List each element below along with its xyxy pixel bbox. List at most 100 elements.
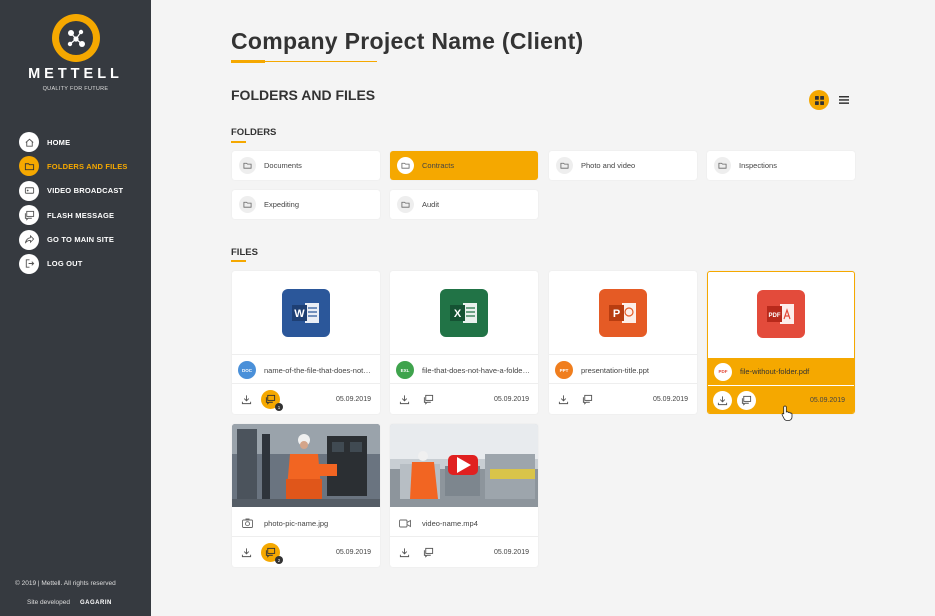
- folder-icon: [19, 156, 39, 177]
- nav-item-log-out[interactable]: LOG OUT: [19, 252, 128, 276]
- folder-audit[interactable]: Audit: [390, 190, 538, 219]
- file-name: presentation-title.ppt: [581, 365, 649, 375]
- folder-label: Expediting: [264, 200, 300, 209]
- nav-item-home[interactable]: HOME: [19, 130, 128, 154]
- comments-button[interactable]: 2: [261, 543, 283, 564]
- folder-documents[interactable]: Documents: [232, 151, 380, 180]
- file-date: 05.09.2019: [652, 396, 688, 403]
- file-card-xls[interactable]: X EXL file-that-does-not-have-a-folder.x…: [390, 271, 538, 414]
- file-name-row: PPT presentation-title.ppt: [549, 357, 697, 384]
- folder-label: Audit: [422, 200, 440, 209]
- nav-label: LOG OUT: [47, 259, 83, 269]
- download-button[interactable]: [554, 390, 573, 409]
- brand-name: METTELL: [28, 66, 123, 82]
- file-name-row: DOC name-of-the-file-that-does-not-have-…: [232, 357, 380, 384]
- download-button[interactable]: [395, 390, 414, 409]
- file-actions: 1 05.09.2019: [232, 385, 380, 414]
- nav-label: FOLDERS AND FILES: [47, 161, 128, 171]
- svg-text:PDF: PDF: [769, 313, 781, 319]
- file-card-doc[interactable]: W DOC name-of-the-file-that-does-not-hav…: [232, 271, 380, 414]
- file-name: name-of-the-file-that-does-not-have-a-fo…: [264, 365, 372, 375]
- download-icon: [241, 548, 252, 558]
- brand-tagline: QUALITY FOR FUTURE: [42, 86, 109, 92]
- nav-item-video-broadcast[interactable]: VIDEO BROADCAST: [19, 179, 128, 203]
- message-icon: [19, 205, 39, 226]
- file-actions: 2 05.09.2019: [232, 538, 380, 567]
- download-icon: [399, 395, 410, 405]
- grid-view-button[interactable]: [809, 90, 829, 110]
- title-underline-accent: [231, 60, 265, 63]
- download-icon: [717, 396, 728, 406]
- download-button[interactable]: [237, 390, 256, 409]
- download-icon: [399, 548, 410, 558]
- pdf-badge: PDF: [714, 362, 732, 381]
- photo-thumbnail: [232, 424, 380, 507]
- comments-button[interactable]: [419, 390, 438, 409]
- pdf-icon: PDF: [757, 290, 805, 338]
- nav-label: VIDEO BROADCAST: [47, 186, 124, 196]
- file-actions: 05.09.2019: [549, 385, 697, 414]
- developer-credit: Site developed GAGARIN: [27, 599, 112, 606]
- folder-icon: [397, 157, 414, 174]
- list-view-button[interactable]: [835, 90, 853, 110]
- page-title: Company Project Name (Client): [231, 28, 584, 54]
- comment-icon: [265, 394, 276, 405]
- file-card-video[interactable]: video-name.mp4 05.09.2019: [390, 424, 538, 567]
- file-name: photo-pic-name.jpg: [264, 518, 329, 528]
- comments-button[interactable]: [737, 391, 756, 410]
- file-name-row: photo-pic-name.jpg: [232, 510, 380, 537]
- list-icon: [839, 96, 849, 104]
- download-button[interactable]: [237, 543, 256, 562]
- folder-inspections[interactable]: Inspections: [707, 151, 855, 180]
- svg-text:P: P: [613, 308, 620, 320]
- download-icon: [558, 395, 569, 405]
- files-heading-underline: [231, 260, 246, 262]
- nav-item-go-to-main-site[interactable]: GO TO MAIN SITE: [19, 228, 128, 252]
- powerpoint-icon: P: [599, 288, 647, 337]
- comment-icon: [423, 547, 434, 558]
- file-thumbnail: P: [549, 271, 697, 355]
- video-thumbnail: [390, 424, 538, 507]
- file-date: 05.09.2019: [809, 397, 845, 404]
- file-name-row: EXL file-that-does-not-have-a-folder.xls: [390, 357, 538, 384]
- logo-icon: [67, 29, 85, 47]
- file-actions: 05.09.2019: [390, 538, 538, 567]
- file-card-ppt[interactable]: P PPT presentation-title.ppt 05.09.2019: [549, 271, 697, 414]
- folder-photo-and-video[interactable]: Photo and video: [549, 151, 697, 180]
- svg-text:W: W: [294, 308, 305, 320]
- folder-expediting[interactable]: Expediting: [232, 190, 380, 219]
- comment-icon: [741, 395, 752, 406]
- file-thumbnail: PDF: [708, 272, 854, 356]
- folder-label: Inspections: [739, 161, 777, 170]
- developed-label: Site developed: [27, 599, 71, 606]
- file-thumbnail: W: [232, 271, 380, 355]
- download-button[interactable]: [395, 543, 414, 562]
- file-date: 05.09.2019: [493, 396, 529, 403]
- developer-logo[interactable]: GAGARIN: [80, 600, 112, 606]
- logout-icon: [19, 253, 39, 274]
- play-button[interactable]: [448, 455, 478, 475]
- folder-label: Photo and video: [581, 161, 636, 170]
- file-name: file-without-folder.pdf: [740, 367, 810, 376]
- folder-icon: [556, 157, 573, 174]
- grid-icon: [814, 95, 824, 105]
- excel-icon: X: [440, 288, 488, 337]
- file-card-pdf[interactable]: PDF PDF file-without-folder.pdf 05.09.20…: [707, 271, 855, 414]
- folder-contracts[interactable]: Contracts: [390, 151, 538, 180]
- comments-button[interactable]: [419, 543, 438, 562]
- file-card-photo[interactable]: photo-pic-name.jpg 2 05.09.2019: [232, 424, 380, 567]
- sidebar: METTELL QUALITY FOR FUTURE HOME FOLDERS …: [0, 0, 151, 616]
- nav-item-flash-message[interactable]: FLASH MESSAGE: [19, 203, 128, 227]
- file-name: file-that-does-not-have-a-folder.xls: [422, 365, 530, 375]
- comments-button[interactable]: 1: [261, 390, 283, 411]
- file-date: 05.09.2019: [335, 396, 371, 403]
- comments-button[interactable]: [578, 390, 597, 409]
- word-icon: W: [282, 288, 330, 337]
- file-name: video-name.mp4: [422, 518, 478, 528]
- nav-label: FLASH MESSAGE: [47, 210, 115, 220]
- doc-badge: DOC: [238, 361, 256, 379]
- svg-text:X: X: [454, 308, 462, 320]
- download-button[interactable]: [713, 391, 732, 410]
- nav-item-folders-and-files[interactable]: FOLDERS AND FILES: [19, 154, 128, 178]
- home-icon: [19, 132, 39, 152]
